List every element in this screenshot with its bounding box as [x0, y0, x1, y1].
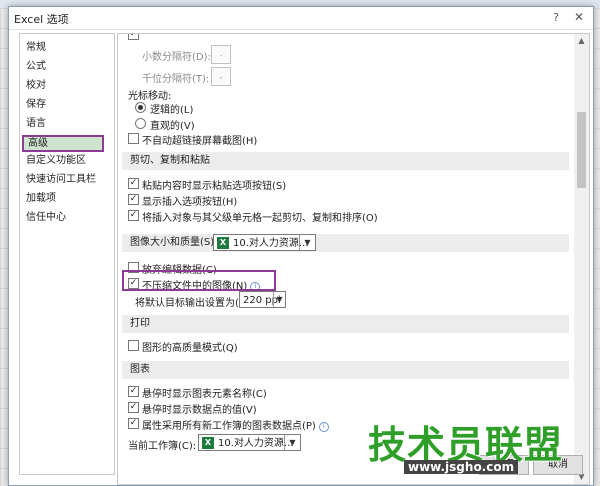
use-system-separators-checkbox[interactable]: ✓ [128, 34, 139, 40]
no-autoscroll-label: 不自动超链接屏幕截图(H) [142, 136, 258, 147]
excel-workbook-icon: X [217, 237, 229, 249]
decimal-separator-input[interactable]: . [211, 45, 231, 64]
show-element-names-checkbox[interactable]: ✓ [128, 386, 139, 397]
options-sidebar: 常规 公式 校对 保存 语言 高级 自定义功能区 快速访问工具栏 加载项 信任中… [19, 33, 115, 475]
sidebar-item-formulas[interactable]: 公式 [26, 59, 46, 75]
sidebar-item-proofing[interactable]: 校对 [26, 78, 46, 94]
show-data-point-values-label: 悬停时显示数据点的值(V) [142, 405, 257, 416]
paste-options-label: 粘贴内容时显示粘贴选项按钮(S) [142, 181, 287, 192]
chevron-down-icon: ▼ [299, 235, 315, 250]
insert-options-label: 显示插入选项按钮(H) [142, 197, 238, 208]
sidebar-item-add-ins[interactable]: 加载项 [26, 191, 56, 207]
dialog-title: Excel 选项 [14, 13, 69, 26]
no-autoscroll-checkbox[interactable] [128, 133, 139, 144]
chart-section-header: 图表 [122, 361, 569, 379]
properties-follow-label: 属性采用所有新工作簿的图表数据点(P) i [142, 417, 329, 432]
current-workbook-dropdown[interactable]: X 10.对人力资源... ▼ [198, 434, 301, 451]
high-quality-graphics-label: 图形的高质量模式(Q) [142, 343, 238, 354]
show-data-point-values-checkbox[interactable]: ✓ [128, 402, 139, 413]
current-workbook-label: 当前工作簿(C): [128, 441, 197, 452]
watermark-url: www.jsgho.com [404, 460, 519, 474]
current-workbook-value: 10.对人力资源... [218, 438, 294, 449]
image-workbook-value: 10.对人力资源... [233, 238, 309, 249]
image-size-quality-section-header: 图像大小和质量(S) [122, 234, 569, 252]
sidebar-item-save[interactable]: 保存 [26, 97, 46, 113]
image-size-quality-heading: 图像大小和质量(S) [130, 237, 215, 248]
cut-copy-paste-section-header: 剪切、复制和粘贴 [122, 152, 569, 170]
sidebar-item-general[interactable]: 常规 [26, 40, 46, 56]
cut-copy-sort-checkbox[interactable]: ✓ [128, 210, 139, 221]
dialog-titlebar: Excel 选项 ? ✕ [9, 7, 593, 30]
vertical-scrollbar[interactable]: ▲ ▼ [574, 33, 590, 485]
thousands-separator-input[interactable]: , [211, 67, 231, 86]
paste-options-checkbox[interactable]: ✓ [128, 178, 139, 189]
help-icon[interactable]: ? [547, 9, 565, 26]
sidebar-item-language[interactable]: 语言 [26, 116, 46, 132]
visual-label: 直观的(V) [150, 121, 195, 132]
default-output-dropdown[interactable]: 220 ppi ▼ [239, 291, 286, 308]
sidebar-item-advanced[interactable]: 高级 [22, 135, 104, 152]
thousands-separator-label: 千位分隔符(T): [142, 74, 210, 85]
logical-label: 逻辑的(L) [150, 105, 194, 116]
site-watermark: 技术员联盟 www.jsgho.com [368, 414, 574, 482]
sidebar-item-trust-center[interactable]: 信任中心 [26, 210, 66, 226]
cut-copy-sort-label: 将插入对象与其父级单元格一起剪切、复制和排序(O) [142, 213, 378, 224]
print-section-header: 打印 [122, 315, 569, 333]
logical-radio[interactable] [135, 102, 146, 113]
sidebar-item-quick-access-toolbar[interactable]: 快速访问工具栏 [26, 172, 96, 188]
decimal-separator-label: 小数分隔符(D): [142, 52, 211, 63]
high-quality-graphics-checkbox[interactable] [128, 340, 139, 351]
properties-follow-text: 属性采用所有新工作簿的图表数据点(P) [142, 421, 316, 432]
show-element-names-label: 悬停时显示图表元素名称(C) [142, 389, 267, 400]
chevron-down-icon: ▼ [284, 435, 300, 450]
scroll-up-icon[interactable]: ▲ [574, 34, 589, 48]
default-output-label: 将默认目标输出设置为(P): [135, 298, 253, 309]
close-icon[interactable]: ✕ [569, 9, 589, 26]
no-compress-highlight [122, 270, 276, 291]
properties-follow-checkbox[interactable]: ✓ [128, 418, 139, 429]
scrollbar-thumb[interactable] [577, 112, 586, 188]
visual-radio[interactable] [135, 118, 146, 129]
chevron-down-icon: ▼ [273, 292, 285, 307]
sidebar-item-customize-ribbon[interactable]: 自定义功能区 [26, 153, 86, 169]
insert-options-checkbox[interactable]: ✓ [128, 194, 139, 205]
cursor-movement-label: 光标移动: [128, 91, 172, 102]
info-icon: i [318, 422, 329, 432]
excel-workbook-icon: X [202, 437, 214, 449]
image-workbook-dropdown[interactable]: X 10.对人力资源... ▼ [213, 234, 316, 251]
